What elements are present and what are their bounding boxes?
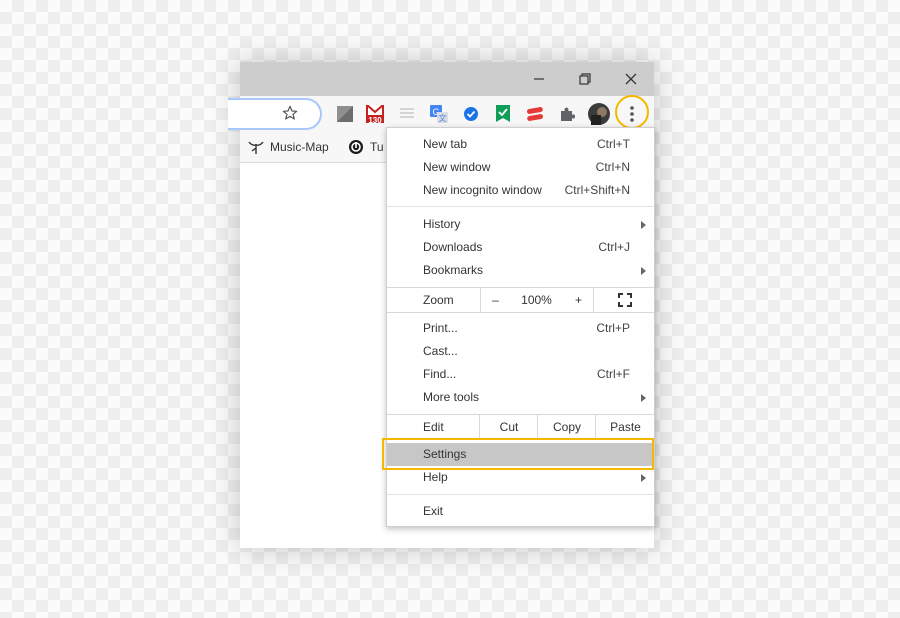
zoom-row: Zoom – 100% + xyxy=(387,287,654,313)
svg-text:文: 文 xyxy=(439,113,447,123)
green-check-bookmark-extension-icon[interactable] xyxy=(494,105,512,123)
lines-extension-icon[interactable] xyxy=(398,105,416,123)
google-translate-extension-icon[interactable]: G 文 xyxy=(430,105,448,123)
menu-item-new-tab[interactable]: New tab Ctrl+T xyxy=(387,133,654,156)
menu-item-label: Help xyxy=(423,470,448,484)
menu-item-label: Exit xyxy=(423,504,444,518)
menu-button-highlight-circle xyxy=(615,95,649,129)
fullscreen-button[interactable] xyxy=(593,288,655,312)
menu-item-cast[interactable]: Cast... xyxy=(387,340,654,363)
menu-item-label: Downloads xyxy=(423,240,483,254)
zoom-value: 100% xyxy=(521,293,552,307)
settings-highlight-box xyxy=(382,438,654,470)
submenu-arrow-icon xyxy=(641,221,646,229)
title-bar xyxy=(240,62,654,96)
avatar[interactable] xyxy=(588,103,610,125)
copy-label: Copy xyxy=(552,420,581,434)
gray-square-extension-icon[interactable] xyxy=(336,105,354,123)
bookmark-label: Music-Map xyxy=(270,140,329,154)
menu-item-more-tools[interactable]: More tools xyxy=(387,386,654,409)
check-extension-icon[interactable] xyxy=(462,105,480,123)
menu-item-shortcut: Ctrl+Shift+N xyxy=(564,183,630,197)
minimize-icon xyxy=(534,78,544,80)
cut-button[interactable]: Cut xyxy=(479,415,538,439)
menu-item-bookmarks[interactable]: Bookmarks xyxy=(387,259,654,282)
menu-item-label: More tools xyxy=(423,390,480,404)
menu-item-shortcut: Ctrl+F xyxy=(597,367,630,381)
menu-item-print[interactable]: Print... Ctrl+P xyxy=(387,317,654,340)
circle-logo-icon xyxy=(349,140,363,154)
bookmark-tu[interactable]: Tu xyxy=(348,139,384,155)
address-bar[interactable] xyxy=(228,98,322,130)
zoom-in-label: + xyxy=(574,293,582,307)
submenu-arrow-icon xyxy=(641,394,646,402)
menu-item-shortcut: Ctrl+T xyxy=(597,137,630,151)
fullscreen-icon xyxy=(617,293,632,307)
menu-item-find[interactable]: Find... Ctrl+F xyxy=(387,363,654,386)
close-icon xyxy=(625,73,637,85)
bookmark-label: Tu xyxy=(370,140,384,154)
zoom-in-button[interactable]: + xyxy=(564,288,593,312)
menu-item-label: Print... xyxy=(423,321,458,335)
menu-item-label: Cast... xyxy=(423,344,458,358)
menu-item-label: New tab xyxy=(423,137,468,151)
puzzle-extensions-icon[interactable] xyxy=(558,105,576,123)
bookmark-music-map[interactable]: Music-Map xyxy=(248,139,329,155)
menu-separator xyxy=(387,494,654,495)
menu-item-new-window[interactable]: New window Ctrl+N xyxy=(387,156,654,179)
menu-item-history[interactable]: History xyxy=(387,213,654,236)
menu-item-downloads[interactable]: Downloads Ctrl+J xyxy=(387,236,654,259)
menu-item-shortcut: Ctrl+J xyxy=(598,240,630,254)
restore-icon xyxy=(579,73,591,85)
paste-button[interactable]: Paste xyxy=(595,415,655,439)
cut-label: Cut xyxy=(499,420,519,434)
menu-item-label: History xyxy=(423,217,461,231)
menu-item-shortcut: Ctrl+N xyxy=(595,160,630,174)
menu-item-new-incognito-window[interactable]: New incognito window Ctrl+Shift+N xyxy=(387,179,654,202)
gmail-badge: 130 xyxy=(368,116,382,123)
red-extension-icon[interactable] xyxy=(526,105,544,123)
zoom-label: Zoom xyxy=(423,293,454,307)
edit-label: Edit xyxy=(423,420,444,434)
zoom-out-button[interactable]: – xyxy=(480,288,510,312)
edit-row: Edit Cut Copy Paste xyxy=(387,414,654,440)
zoom-level: 100% xyxy=(509,288,564,312)
music-map-icon xyxy=(248,141,264,154)
star-bookmark-icon[interactable] xyxy=(282,105,298,121)
menu-item-label: New window xyxy=(423,160,491,174)
menu-item-shortcut: Ctrl+P xyxy=(596,321,630,335)
menu-item-exit[interactable]: Exit xyxy=(387,500,654,523)
submenu-arrow-icon xyxy=(641,267,646,275)
menu-separator xyxy=(387,206,654,207)
close-button[interactable] xyxy=(608,62,654,96)
gmail-extension-icon[interactable]: 130 xyxy=(366,105,384,123)
zoom-out-label: – xyxy=(492,293,499,307)
menu-item-label: Bookmarks xyxy=(423,263,484,277)
copy-button[interactable]: Copy xyxy=(537,415,596,439)
submenu-arrow-icon xyxy=(641,474,646,482)
restore-button[interactable] xyxy=(562,62,608,96)
menu-item-label: Find... xyxy=(423,367,457,381)
paste-label: Paste xyxy=(610,420,641,434)
minimize-button[interactable] xyxy=(516,62,562,96)
menu-item-label: New incognito window xyxy=(423,183,542,197)
